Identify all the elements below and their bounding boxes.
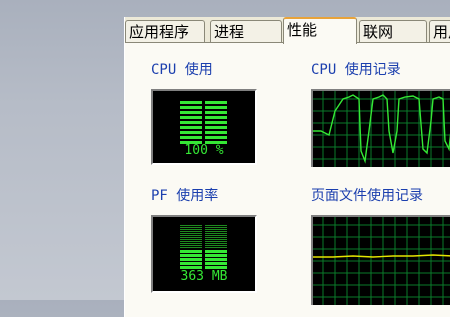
- pf-history-graph: [311, 215, 450, 305]
- pf-meter-dim-segment: [205, 241, 227, 242]
- pf-meter-dim-segment: [205, 237, 227, 238]
- task-manager-window: 应用程序 进程 性能 联网 用户 CPU 使用 100 % CPU 使用记录 P…: [124, 17, 450, 317]
- cpu-meter-segment: [205, 131, 227, 134]
- pf-meter-segment: [205, 262, 227, 265]
- performance-panel: CPU 使用 100 % CPU 使用记录 PF 使用率 363 MB 页面文件…: [125, 42, 450, 317]
- cpu-meter-segment: [180, 126, 202, 129]
- tab-processes[interactable]: 进程: [210, 20, 282, 42]
- pf-meter-dim-segment: [180, 233, 202, 234]
- pf-meter-segment: [180, 250, 202, 253]
- cpu-meter-segment: [205, 126, 227, 129]
- cpu-history-graph: [311, 89, 450, 167]
- tab-networking[interactable]: 联网: [359, 20, 427, 42]
- pf-meter-segment: [180, 262, 202, 265]
- pf-meter-dim-segment: [180, 239, 202, 240]
- cpu-meter-segment: [180, 106, 202, 109]
- pf-meter-segment: [180, 258, 202, 261]
- tab-performance[interactable]: 性能: [283, 17, 357, 44]
- pf-meter-dim-segment: [180, 225, 202, 226]
- pf-meter-dim-segment: [180, 231, 202, 232]
- pf-meter-dim-segment: [205, 233, 227, 234]
- pf-meter-dim-segment: [205, 229, 227, 230]
- pf-meter-dim-segment: [180, 237, 202, 238]
- tab-users[interactable]: 用户: [429, 20, 450, 42]
- tab-applications[interactable]: 应用程序: [125, 20, 205, 42]
- pf-usage-meter: 363 MB: [151, 215, 257, 293]
- cpu-meter-segment: [205, 111, 227, 114]
- pf-meter-segment: [180, 254, 202, 257]
- pf-usage-title: PF 使用率: [151, 188, 219, 204]
- pf-meter-dim-segment: [205, 243, 227, 244]
- cpu-meter-segment: [180, 131, 202, 134]
- pf-meter-segment: [205, 254, 227, 257]
- cpu-meter-segment: [205, 121, 227, 124]
- pf-meter-segment: [205, 250, 227, 253]
- pf-meter-dim-segment: [180, 227, 202, 228]
- pf-meter-segment: [205, 258, 227, 261]
- pf-meter-dim-segment: [180, 229, 202, 230]
- pf-meter-dim-segment: [180, 241, 202, 242]
- cpu-history-title: CPU 使用记录: [311, 62, 401, 78]
- pf-meter-dim-segment: [180, 235, 202, 236]
- pf-history-line: [313, 254, 450, 258]
- tab-strip: 应用程序 进程 性能 联网 用户: [125, 17, 450, 44]
- pf-meter-dim-segment: [180, 245, 202, 246]
- cpu-meter-segment: [180, 121, 202, 124]
- cpu-meter-segment: [180, 111, 202, 114]
- cpu-history-line: [313, 94, 450, 164]
- cpu-meter-segment: [205, 136, 227, 139]
- pf-usage-bars: [180, 225, 227, 269]
- pf-history-title: 页面文件使用记录: [311, 188, 423, 204]
- pf-meter-dim-segment: [205, 235, 227, 236]
- pf-meter-dim-segment: [205, 239, 227, 240]
- cpu-meter-segment: [180, 101, 202, 104]
- cpu-history-plot: [313, 91, 450, 167]
- cpu-usage-meter: 100 %: [151, 89, 257, 165]
- cpu-usage-title: CPU 使用: [151, 62, 213, 78]
- pf-meter-dim-segment: [205, 247, 227, 248]
- cpu-usage-value: 100 %: [184, 143, 224, 158]
- pf-meter-dim-segment: [205, 227, 227, 228]
- pf-meter-dim-segment: [205, 225, 227, 226]
- pf-meter-dim-segment: [205, 245, 227, 246]
- pf-usage-value: 363 MB: [180, 269, 228, 284]
- cpu-meter-segment: [180, 136, 202, 139]
- cpu-meter-segment: [205, 106, 227, 109]
- pf-meter-dim-segment: [205, 231, 227, 232]
- pf-meter-dim-segment: [180, 243, 202, 244]
- pf-meter-dim-segment: [180, 247, 202, 248]
- cpu-meter-segment: [205, 116, 227, 119]
- cpu-meter-segment: [180, 116, 202, 119]
- cpu-meter-segment: [205, 101, 227, 104]
- pf-history-plot: [313, 217, 450, 305]
- cpu-usage-bars: [180, 101, 227, 144]
